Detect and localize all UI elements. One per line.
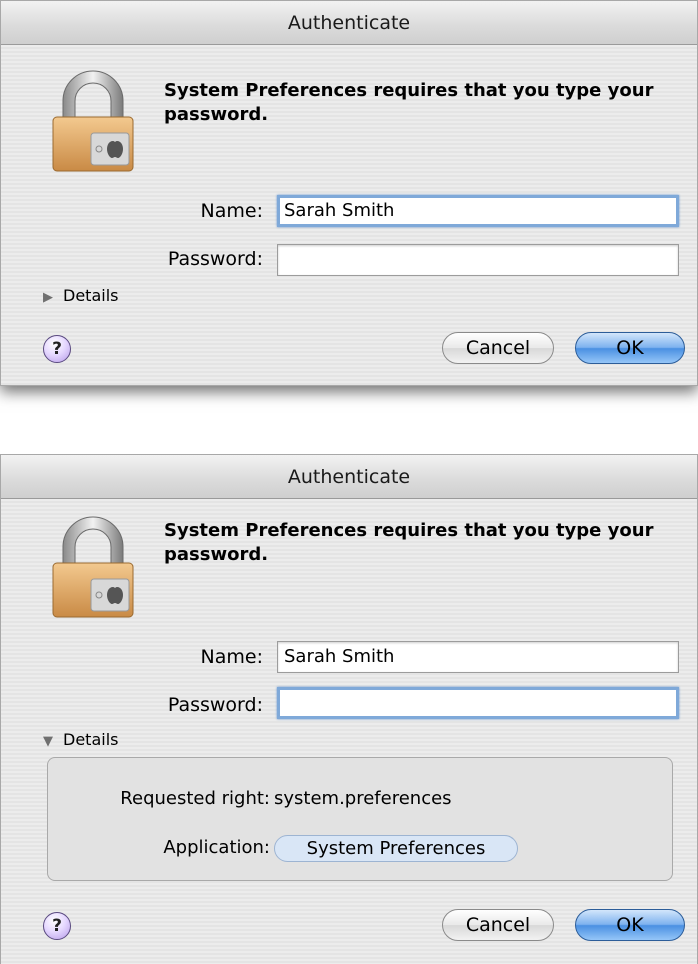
name-field[interactable]: Sarah Smith: [277, 641, 679, 673]
ok-button[interactable]: OK: [575, 332, 685, 364]
window-title: Authenticate: [1, 1, 697, 45]
password-field[interactable]: [277, 244, 679, 276]
requested-right-label: Requested right:: [120, 788, 270, 809]
requested-right-value: system.preferences: [274, 788, 452, 809]
name-label: Name:: [200, 646, 263, 668]
details-disclosure[interactable]: ▼ Details: [43, 730, 118, 749]
auth-message: System Preferences requires that you typ…: [164, 80, 654, 125]
password-label: Password:: [167, 248, 263, 270]
application-label: Application:: [163, 837, 270, 858]
password-label: Password:: [167, 694, 263, 716]
lock-icon: [52, 516, 134, 618]
ok-button[interactable]: OK: [575, 909, 685, 941]
auth-message: System Preferences requires that you typ…: [164, 520, 654, 565]
triangle-right-icon[interactable]: ▶: [43, 290, 53, 305]
authenticate-dialog-collapsed: Authenticate System Preferences requires…: [0, 0, 698, 386]
details-label: Details: [63, 286, 119, 305]
password-field[interactable]: [277, 687, 679, 719]
authenticate-dialog-expanded: Authenticate System Preferences requires…: [0, 454, 698, 964]
name-label: Name:: [200, 200, 263, 222]
details-disclosure[interactable]: ▶ Details: [43, 286, 118, 305]
lock-icon: [52, 70, 134, 172]
details-panel: Requested right: system.preferences Appl…: [47, 757, 673, 881]
window-title: Authenticate: [1, 455, 697, 499]
name-field[interactable]: Sarah Smith: [277, 195, 679, 227]
details-label: Details: [63, 730, 119, 749]
cancel-button[interactable]: Cancel: [442, 332, 554, 364]
application-value[interactable]: System Preferences: [274, 835, 518, 862]
triangle-down-icon[interactable]: ▼: [43, 734, 53, 749]
help-button[interactable]: ?: [43, 912, 71, 940]
cancel-button[interactable]: Cancel: [442, 909, 554, 941]
help-button[interactable]: ?: [43, 335, 71, 363]
